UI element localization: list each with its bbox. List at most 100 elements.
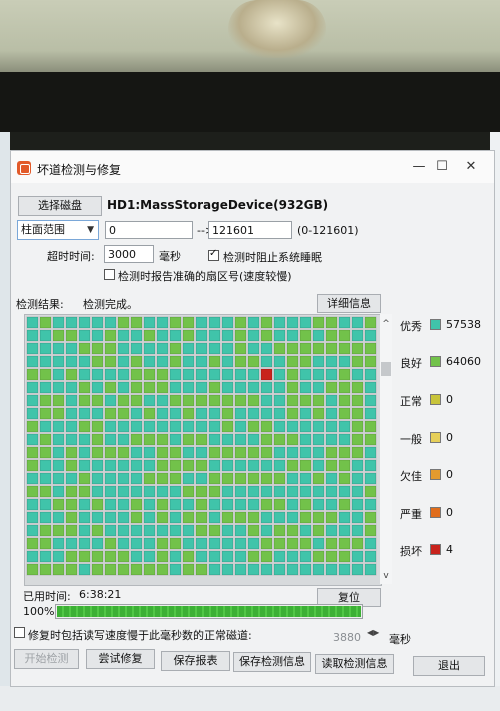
sector-cell xyxy=(208,550,221,563)
stepper-icon[interactable]: ◀▶ xyxy=(367,628,379,637)
sector-cell xyxy=(26,511,39,524)
sector-cell xyxy=(273,524,286,537)
start-detect-button[interactable]: 开始检测 xyxy=(14,649,79,669)
sector-cell xyxy=(364,550,377,563)
sector-cell xyxy=(169,550,182,563)
sector-cell xyxy=(39,550,52,563)
read-detect-info-button[interactable]: 读取检测信息 xyxy=(315,654,394,674)
sector-cell xyxy=(286,524,299,537)
sector-cell xyxy=(286,537,299,550)
sector-cell xyxy=(39,342,52,355)
sector-cell xyxy=(286,459,299,472)
sector-cell xyxy=(156,472,169,485)
range-end-input[interactable]: 121601 xyxy=(208,221,292,239)
sector-cell xyxy=(104,394,117,407)
sector-cell xyxy=(65,368,78,381)
prevent-sleep-checkbox[interactable] xyxy=(208,248,219,261)
sector-cell xyxy=(156,459,169,472)
sector-cell xyxy=(104,563,117,576)
sector-cell xyxy=(338,459,351,472)
sector-cell xyxy=(117,472,130,485)
sector-cell xyxy=(182,342,195,355)
scroll-thumb[interactable] xyxy=(381,362,391,376)
sector-cell xyxy=(351,485,364,498)
sector-cell xyxy=(65,446,78,459)
sector-cell xyxy=(273,563,286,576)
sector-cell xyxy=(221,407,234,420)
report-exact-sector-checkbox[interactable] xyxy=(104,269,115,280)
repair-threshold-value[interactable]: 3880 xyxy=(333,631,361,644)
sector-cell xyxy=(117,550,130,563)
sector-cell xyxy=(143,381,156,394)
background-lamp xyxy=(228,0,326,58)
sector-cell xyxy=(143,433,156,446)
title-bar[interactable]: 坏道检测与修复 — ☐ ✕ xyxy=(11,151,494,183)
sector-cell xyxy=(52,329,65,342)
sector-cell xyxy=(234,537,247,550)
sector-cell xyxy=(312,537,325,550)
minimize-icon[interactable]: — xyxy=(407,157,431,177)
sector-cell xyxy=(273,537,286,550)
range-start-input[interactable]: 0 xyxy=(105,221,193,239)
sector-cell xyxy=(143,407,156,420)
sector-cell xyxy=(260,420,273,433)
sector-cell xyxy=(182,563,195,576)
sector-cell xyxy=(273,446,286,459)
sector-cell xyxy=(52,433,65,446)
elapsed-value: 6:38:21 xyxy=(79,588,122,601)
sector-cell xyxy=(286,394,299,407)
sector-cell xyxy=(260,381,273,394)
sector-cell xyxy=(286,381,299,394)
sector-grid xyxy=(26,316,377,576)
maximize-icon[interactable]: ☐ xyxy=(430,157,454,177)
sector-cell xyxy=(260,550,273,563)
sector-cell xyxy=(247,368,260,381)
sector-cell xyxy=(221,420,234,433)
repair-slow-track-checkbox[interactable] xyxy=(14,627,25,638)
try-repair-button[interactable]: 尝试修复 xyxy=(86,649,155,669)
sector-cell xyxy=(312,550,325,563)
sector-cell xyxy=(26,355,39,368)
sector-cell xyxy=(364,381,377,394)
select-disk-button[interactable]: 选择磁盘 xyxy=(18,196,102,216)
sector-cell xyxy=(195,485,208,498)
range-mode-select[interactable]: 柱面范围 ▼ xyxy=(17,220,99,240)
details-button[interactable]: 详细信息 xyxy=(317,294,381,313)
sector-cell xyxy=(312,485,325,498)
close-icon[interactable]: ✕ xyxy=(459,157,483,177)
sector-cell xyxy=(299,524,312,537)
sector-cell xyxy=(325,459,338,472)
sector-cell xyxy=(91,433,104,446)
sector-cell xyxy=(143,420,156,433)
sector-cell xyxy=(325,394,338,407)
sector-cell xyxy=(182,550,195,563)
sector-cell xyxy=(156,511,169,524)
timeout-input[interactable]: 3000 xyxy=(104,245,154,263)
scroll-down-icon[interactable]: v xyxy=(380,570,392,582)
sector-cell xyxy=(143,394,156,407)
sector-cell xyxy=(208,342,221,355)
sector-cell xyxy=(52,407,65,420)
sector-cell xyxy=(234,524,247,537)
sector-cell xyxy=(234,342,247,355)
exit-button[interactable]: 退出 xyxy=(413,656,485,676)
sector-cell xyxy=(273,550,286,563)
save-detect-info-button[interactable]: 保存检测信息 xyxy=(233,652,311,672)
sector-cell xyxy=(52,355,65,368)
result-status: 检测完成。 xyxy=(83,298,138,311)
sector-cell xyxy=(351,446,364,459)
sector-cell xyxy=(273,511,286,524)
sector-cell xyxy=(364,368,377,381)
sector-cell xyxy=(195,446,208,459)
sector-cell xyxy=(104,537,117,550)
sector-cell xyxy=(117,420,130,433)
sector-map-scrollbar[interactable]: ^ v xyxy=(380,314,392,584)
sector-cell xyxy=(169,511,182,524)
sector-cell xyxy=(169,407,182,420)
sector-cell xyxy=(39,498,52,511)
sector-cell xyxy=(130,381,143,394)
save-report-button[interactable]: 保存报表 xyxy=(161,651,230,671)
sector-cell xyxy=(338,524,351,537)
sector-cell xyxy=(65,381,78,394)
scroll-up-icon[interactable]: ^ xyxy=(380,318,392,330)
